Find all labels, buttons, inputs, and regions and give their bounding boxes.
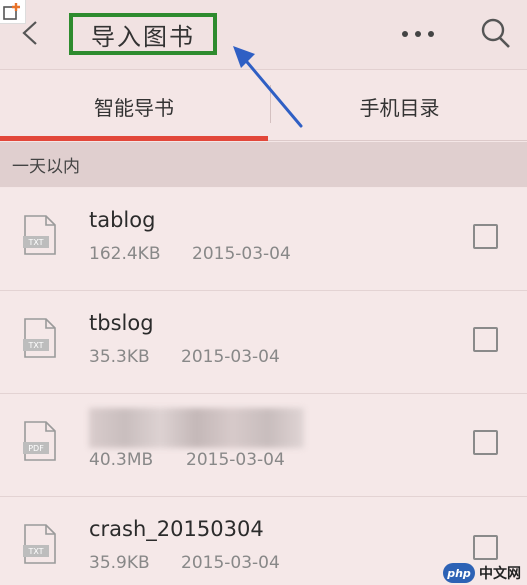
file-type-label: TXT (27, 238, 43, 247)
file-size: 162.4KB (89, 244, 161, 264)
watermark-text: 中文网 (479, 566, 521, 582)
file-row[interactable]: PDF 40.3MB 2015-03-04 (0, 394, 527, 497)
back-arrow-icon (22, 21, 37, 45)
more-button[interactable] (394, 22, 442, 46)
tab-phone-directory[interactable]: 手机目录 (272, 71, 527, 141)
more-icon (402, 31, 408, 37)
page-title: 导入图书 (91, 22, 195, 51)
file-date: 2015-03-04 (181, 347, 280, 367)
file-type-label: TXT (27, 341, 43, 350)
file-checkbox[interactable] (473, 327, 498, 352)
file-icon: TXT (23, 318, 56, 358)
file-checkbox[interactable] (473, 535, 498, 560)
file-type-label: TXT (27, 547, 43, 556)
file-name: tbslog (89, 311, 154, 335)
file-size: 40.3MB (89, 450, 154, 470)
page-title-box: 导入图书 (69, 13, 217, 55)
file-checkbox[interactable] (473, 224, 498, 249)
search-icon (481, 18, 510, 48)
file-icon: TXT (23, 524, 56, 564)
file-icon: TXT (23, 215, 56, 255)
watermark: php 中文网 (443, 561, 527, 585)
file-icon: PDF (23, 421, 56, 461)
section-header: 一天以内 (0, 142, 527, 187)
file-date: 2015-03-04 (186, 450, 285, 470)
annotation-arrow (233, 46, 303, 128)
file-type-label: PDF (28, 444, 44, 453)
active-tab-indicator (0, 136, 268, 141)
blurred-file-name (89, 408, 304, 448)
file-date: 2015-03-04 (192, 244, 291, 264)
file-checkbox[interactable] (473, 430, 498, 455)
back-button[interactable] (16, 16, 44, 50)
file-name: tablog (89, 208, 156, 232)
file-size: 35.3KB (89, 347, 150, 367)
search-button[interactable] (478, 14, 514, 52)
file-size: 35.9KB (89, 553, 150, 573)
file-row[interactable]: TXT tbslog 35.3KB 2015-03-04 (0, 291, 527, 394)
watermark-logo: php (443, 563, 475, 583)
file-date: 2015-03-04 (181, 553, 280, 573)
file-row[interactable]: TXT tablog 162.4KB 2015-03-04 (0, 188, 527, 291)
file-name: crash_20150304 (89, 517, 264, 541)
